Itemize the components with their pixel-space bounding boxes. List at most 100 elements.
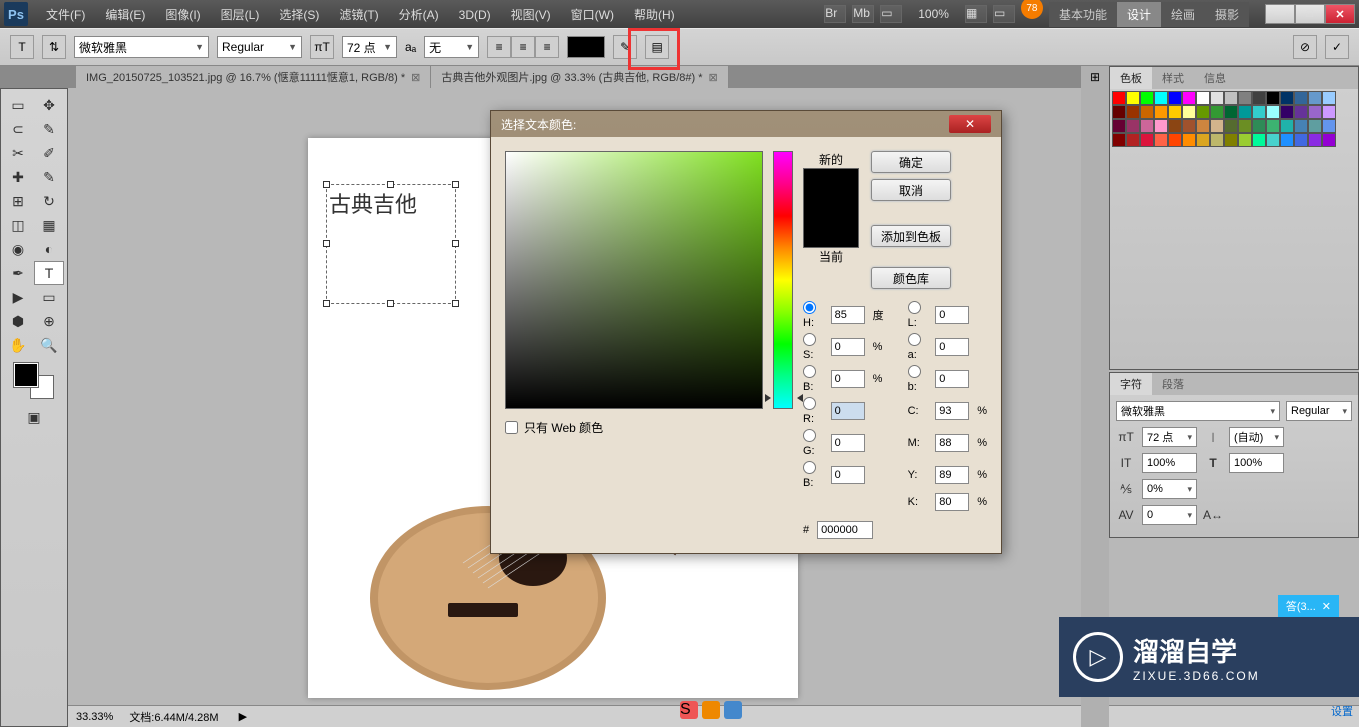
dodge-tool[interactable]: ◐ [34,237,64,261]
color-swatch[interactable] [1196,119,1210,133]
close-icon[interactable]: ⊠ [411,71,420,84]
h-radio[interactable]: H: [803,301,825,329]
menu-item[interactable]: 窗口(W) [561,8,624,22]
color-swatch[interactable] [1168,91,1182,105]
text-color-button[interactable] [567,36,605,58]
menu-item[interactable]: 分析(A) [389,8,449,22]
color-field[interactable] [505,151,763,409]
dialog-titlebar[interactable]: 选择文本颜色: ✕ [491,111,1001,137]
web-colors-checkbox[interactable]: 只有 Web 颜色 [505,419,763,436]
extras-icon[interactable]: ▭ [993,5,1015,23]
eyedropper-tool[interactable]: ✐ [34,141,64,165]
b-radio[interactable]: B: [803,365,825,393]
color-swatch[interactable] [1168,133,1182,147]
antialiasing-select[interactable]: 无▼ [424,36,479,58]
color-swatch[interactable] [1280,91,1294,105]
pen-tool[interactable]: ✒ [3,261,33,285]
tab-character[interactable]: 字符 [1110,373,1152,395]
workspace-tab[interactable]: 设计 [1117,2,1161,27]
color-swatch[interactable] [1322,105,1336,119]
b2-radio[interactable]: b: [908,365,930,393]
char-kerning-input[interactable]: 0▾ [1142,505,1197,525]
color-swatch[interactable] [1154,105,1168,119]
b3-radio[interactable]: B: [803,461,825,489]
a-input[interactable] [935,338,969,356]
color-swatch[interactable] [1224,119,1238,133]
hand-tool[interactable]: ✋ [3,333,33,357]
color-swatch[interactable] [1322,91,1336,105]
zoom-level[interactable]: 33.33% [76,711,113,723]
character-panel-button[interactable]: ▤ [645,35,669,59]
color-swatch[interactable] [1224,91,1238,105]
marquee-tool[interactable]: ▭ [3,93,33,117]
b-input[interactable] [831,370,865,388]
zoom-display[interactable]: 100% [908,7,959,21]
type-tool[interactable]: T [34,261,64,285]
foreground-color[interactable] [14,363,38,387]
char-style-select[interactable]: Regular▾ [1286,401,1352,421]
color-swatch[interactable] [1266,91,1280,105]
l-input[interactable] [935,306,969,324]
orientation-icon[interactable]: ⇅ [42,35,66,59]
c-input[interactable] [935,402,969,420]
workspace-tab[interactable]: 绘画 [1161,2,1205,27]
color-swatch[interactable] [1252,91,1266,105]
color-swatch[interactable] [1196,91,1210,105]
cancel-button[interactable]: 取消 [871,179,951,201]
font-style-select[interactable]: Regular▼ [217,36,302,58]
gradient-tool[interactable]: ▦ [34,213,64,237]
char-hscale-input[interactable]: 100% [1229,453,1284,473]
minimize-button[interactable]: — [1265,4,1295,24]
dock-icon[interactable]: ⊞ [1081,66,1109,88]
color-libraries-button[interactable]: 颜色库 [871,267,951,289]
char-size-input[interactable]: 72 点▾ [1142,427,1197,447]
char-leading-input[interactable]: (自动)▾ [1229,427,1284,447]
font-size-select[interactable]: 72 点▼ [342,36,397,58]
lasso-tool[interactable]: ⊂ [3,117,33,141]
hex-input[interactable] [817,521,873,539]
menu-item[interactable]: 滤镜(T) [329,8,388,22]
color-swatch[interactable] [1182,133,1196,147]
color-swatch[interactable] [1308,133,1322,147]
color-swatch[interactable] [1112,119,1126,133]
char-baseline-input[interactable]: 0%▾ [1142,479,1197,499]
tray-icon[interactable] [724,701,742,719]
menu-item[interactable]: 编辑(E) [95,8,155,22]
text-content[interactable]: 古典吉他 [327,185,455,221]
y-input[interactable] [935,466,969,484]
s-input[interactable] [831,338,865,356]
brush-tool[interactable]: ✎ [34,165,64,189]
b2-input[interactable] [935,370,969,388]
color-swatch[interactable] [1168,105,1182,119]
color-swatch[interactable] [1126,91,1140,105]
color-swatch[interactable] [1196,105,1210,119]
tab-swatches[interactable]: 色板 [1110,67,1152,89]
tab-paragraph[interactable]: 段落 [1152,373,1194,395]
menu-item[interactable]: 视图(V) [501,8,561,22]
answer-tab[interactable]: 答(3...✕ [1278,595,1339,617]
char-font-select[interactable]: 微软雅黑▾ [1116,401,1280,421]
stamp-tool[interactable]: ⊞ [3,189,33,213]
history-brush-tool[interactable]: ↻ [34,189,64,213]
add-swatch-button[interactable]: 添加到色板 [871,225,951,247]
color-swatch[interactable] [1252,133,1266,147]
text-frame[interactable]: 古典吉他 [326,184,456,304]
k-input[interactable] [935,493,969,511]
menu-item[interactable]: 3D(D) [449,8,501,22]
workspace-tab[interactable]: 基本功能 [1049,2,1117,27]
color-swatch[interactable] [1266,119,1280,133]
color-swatch[interactable] [1294,119,1308,133]
color-swatch[interactable] [1140,105,1154,119]
color-swatch[interactable] [1154,119,1168,133]
screen-mode-icon[interactable]: ▭ [880,5,902,23]
blur-tool[interactable]: ◉ [3,237,33,261]
font-family-select[interactable]: 微软雅黑▼ [74,36,209,58]
tool-preset-icon[interactable]: T [10,35,34,59]
hue-slider[interactable] [773,151,793,409]
color-swatch[interactable] [1294,91,1308,105]
menu-item[interactable]: 帮助(H) [624,8,685,22]
quick-select-tool[interactable]: ✎ [34,117,64,141]
color-swatch[interactable] [1210,91,1224,105]
color-swatch[interactable] [1280,119,1294,133]
color-swatch[interactable] [1224,133,1238,147]
